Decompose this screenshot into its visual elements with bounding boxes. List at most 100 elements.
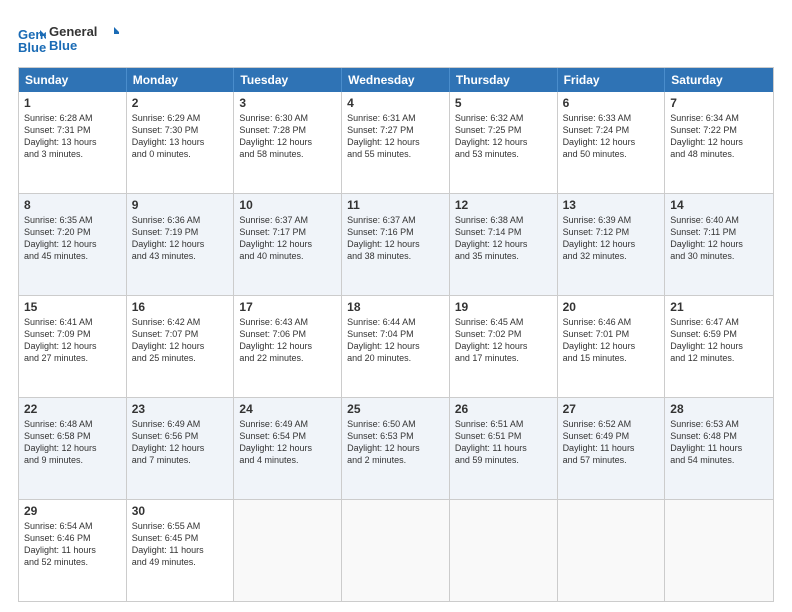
day-number: 29	[24, 504, 121, 518]
day-cell-28: 28 Sunrise: 6:53 AMSunset: 6:48 PMDayligh…	[665, 398, 773, 499]
day-cell-27: 27Sunrise: 6:52 AMSunset: 6:49 PMDayligh…	[558, 398, 666, 499]
cell-info: Sunrise: 6:40 AMSunset: 7:11 PMDaylight:…	[670, 214, 768, 263]
cell-info: Sunrise: 6:50 AMSunset: 6:53 PMDaylight:…	[347, 418, 444, 467]
day-number: 22	[24, 402, 121, 416]
logo-icon: General Blue	[18, 26, 46, 54]
day-number: 30	[132, 504, 229, 518]
day-cell-24: 24 Sunrise: 6:49 AMSunset: 6:54 PMDayligh…	[234, 398, 342, 499]
day-cell-2: 2 Sunrise: 6:29 AMSunset: 7:30 PMDaylight…	[127, 92, 235, 193]
header-day-saturday: Saturday	[665, 68, 773, 92]
cell-info: Sunrise: 6:47 AMSunset: 6:59 PMDaylight:…	[670, 316, 768, 365]
cell-info: Sunrise: 6:49 AMSunset: 6:54 PMDaylight:…	[239, 418, 336, 467]
day-number: 9	[132, 198, 229, 212]
day-cell-12: 12Sunrise: 6:38 AMSunset: 7:14 PMDayligh…	[450, 194, 558, 295]
day-cell-13: 13 Sunrise: 6:39 AMSunset: 7:12 PMDayligh…	[558, 194, 666, 295]
day-cell-16: 16 Sunrise: 6:42 AMSunset: 7:07 PMDayligh…	[127, 296, 235, 397]
day-number: 14	[670, 198, 768, 212]
cell-info: Sunrise: 6:44 AMSunset: 7:04 PMDaylight:…	[347, 316, 444, 365]
cell-info: Sunrise: 6:37 AMSunset: 7:17 PMDaylight:…	[239, 214, 336, 263]
day-number: 12	[455, 198, 552, 212]
cell-info: Sunrise: 6:37 AMSunset: 7:16 PMDaylight:…	[347, 214, 444, 263]
day-cell-30: 30 Sunrise: 6:55 AMSunset: 6:45 PMDayligh…	[127, 500, 235, 601]
day-number: 6	[563, 96, 660, 110]
cell-info: Sunrise: 6:39 AMSunset: 7:12 PMDaylight:…	[563, 214, 660, 263]
day-cell-22: 22 Sunrise: 6:48 AMSunset: 6:58 PMDayligh…	[19, 398, 127, 499]
cell-info: Sunrise: 6:41 AMSunset: 7:09 PMDaylight:…	[24, 316, 121, 365]
day-cell-15: 15 Sunrise: 6:41 AMSunset: 7:09 PMDayligh…	[19, 296, 127, 397]
calendar-row-2: 8 Sunrise: 6:35 AMSunset: 7:20 PMDaylight…	[19, 194, 773, 296]
day-number: 3	[239, 96, 336, 110]
day-number: 1	[24, 96, 121, 110]
cell-info: Sunrise: 6:29 AMSunset: 7:30 PMDaylight:…	[132, 112, 229, 161]
day-number: 24	[239, 402, 336, 416]
day-number: 20	[563, 300, 660, 314]
calendar-body: 1 Sunrise: 6:28 AMSunset: 7:31 PMDaylight…	[19, 92, 773, 601]
cell-info: Sunrise: 6:30 AMSunset: 7:28 PMDaylight:…	[239, 112, 336, 161]
calendar-row-4: 22 Sunrise: 6:48 AMSunset: 6:58 PMDayligh…	[19, 398, 773, 500]
day-number: 4	[347, 96, 444, 110]
day-number: 5	[455, 96, 552, 110]
day-number: 19	[455, 300, 552, 314]
day-cell-11: 11Sunrise: 6:37 AMSunset: 7:16 PMDayligh…	[342, 194, 450, 295]
day-number: 2	[132, 96, 229, 110]
day-number: 26	[455, 402, 552, 416]
cell-info: Sunrise: 6:42 AMSunset: 7:07 PMDaylight:…	[132, 316, 229, 365]
day-cell-8: 8 Sunrise: 6:35 AMSunset: 7:20 PMDaylight…	[19, 194, 127, 295]
day-cell-18: 18 Sunrise: 6:44 AMSunset: 7:04 PMDayligh…	[342, 296, 450, 397]
day-cell-25: 25 Sunrise: 6:50 AMSunset: 6:53 PMDayligh…	[342, 398, 450, 499]
day-cell-1: 1 Sunrise: 6:28 AMSunset: 7:31 PMDaylight…	[19, 92, 127, 193]
cell-info: Sunrise: 6:46 AMSunset: 7:01 PMDaylight:…	[563, 316, 660, 365]
empty-cell	[450, 500, 558, 601]
cell-info: Sunrise: 6:55 AMSunset: 6:45 PMDaylight:…	[132, 520, 229, 569]
day-cell-14: 14 Sunrise: 6:40 AMSunset: 7:11 PMDayligh…	[665, 194, 773, 295]
cell-info: Sunrise: 6:49 AMSunset: 6:56 PMDaylight:…	[132, 418, 229, 467]
day-number: 18	[347, 300, 444, 314]
day-cell-9: 9 Sunrise: 6:36 AMSunset: 7:19 PMDaylight…	[127, 194, 235, 295]
cell-info: Sunrise: 6:36 AMSunset: 7:19 PMDaylight:…	[132, 214, 229, 263]
day-cell-23: 23 Sunrise: 6:49 AMSunset: 6:56 PMDayligh…	[127, 398, 235, 499]
day-number: 21	[670, 300, 768, 314]
day-cell-26: 26 Sunrise: 6:51 AMSunset: 6:51 PMDayligh…	[450, 398, 558, 499]
cell-info: Sunrise: 6:54 AMSunset: 6:46 PMDaylight:…	[24, 520, 121, 569]
empty-cell	[342, 500, 450, 601]
svg-text:Blue: Blue	[18, 40, 46, 54]
header-day-tuesday: Tuesday	[234, 68, 342, 92]
header-day-wednesday: Wednesday	[342, 68, 450, 92]
day-cell-7: 7 Sunrise: 6:34 AMSunset: 7:22 PMDaylight…	[665, 92, 773, 193]
day-number: 17	[239, 300, 336, 314]
day-number: 13	[563, 198, 660, 212]
header-day-friday: Friday	[558, 68, 666, 92]
header-day-sunday: Sunday	[19, 68, 127, 92]
header-day-thursday: Thursday	[450, 68, 558, 92]
calendar: SundayMondayTuesdayWednesdayThursdayFrid…	[18, 67, 774, 602]
cell-info: Sunrise: 6:34 AMSunset: 7:22 PMDaylight:…	[670, 112, 768, 161]
cell-info: Sunrise: 6:31 AMSunset: 7:27 PMDaylight:…	[347, 112, 444, 161]
empty-cell	[665, 500, 773, 601]
day-cell-6: 6Sunrise: 6:33 AMSunset: 7:24 PMDaylight…	[558, 92, 666, 193]
header-day-monday: Monday	[127, 68, 235, 92]
svg-text:General: General	[49, 24, 97, 39]
calendar-header: SundayMondayTuesdayWednesdayThursdayFrid…	[19, 68, 773, 92]
day-cell-29: 29 Sunrise: 6:54 AMSunset: 6:46 PMDayligh…	[19, 500, 127, 601]
day-number: 25	[347, 402, 444, 416]
day-number: 10	[239, 198, 336, 212]
day-cell-3: 3 Sunrise: 6:30 AMSunset: 7:28 PMDaylight…	[234, 92, 342, 193]
cell-info: Sunrise: 6:43 AMSunset: 7:06 PMDaylight:…	[239, 316, 336, 365]
day-cell-21: 21 Sunrise: 6:47 AMSunset: 6:59 PMDayligh…	[665, 296, 773, 397]
day-number: 16	[132, 300, 229, 314]
day-number: 15	[24, 300, 121, 314]
empty-cell	[234, 500, 342, 601]
calendar-row-3: 15 Sunrise: 6:41 AMSunset: 7:09 PMDayligh…	[19, 296, 773, 398]
empty-cell	[558, 500, 666, 601]
day-number: 23	[132, 402, 229, 416]
cell-info: Sunrise: 6:35 AMSunset: 7:20 PMDaylight:…	[24, 214, 121, 263]
cell-info: Sunrise: 6:53 AMSunset: 6:48 PMDaylight:…	[670, 418, 768, 467]
cell-info: Sunrise: 6:48 AMSunset: 6:58 PMDaylight:…	[24, 418, 121, 467]
day-number: 7	[670, 96, 768, 110]
cell-info: Sunrise: 6:51 AMSunset: 6:51 PMDaylight:…	[455, 418, 552, 467]
day-number: 28	[670, 402, 768, 416]
day-cell-10: 10 Sunrise: 6:37 AMSunset: 7:17 PMDayligh…	[234, 194, 342, 295]
cell-info: Sunrise: 6:28 AMSunset: 7:31 PMDaylight:…	[24, 112, 121, 161]
calendar-row-5: 29 Sunrise: 6:54 AMSunset: 6:46 PMDayligh…	[19, 500, 773, 601]
day-number: 8	[24, 198, 121, 212]
